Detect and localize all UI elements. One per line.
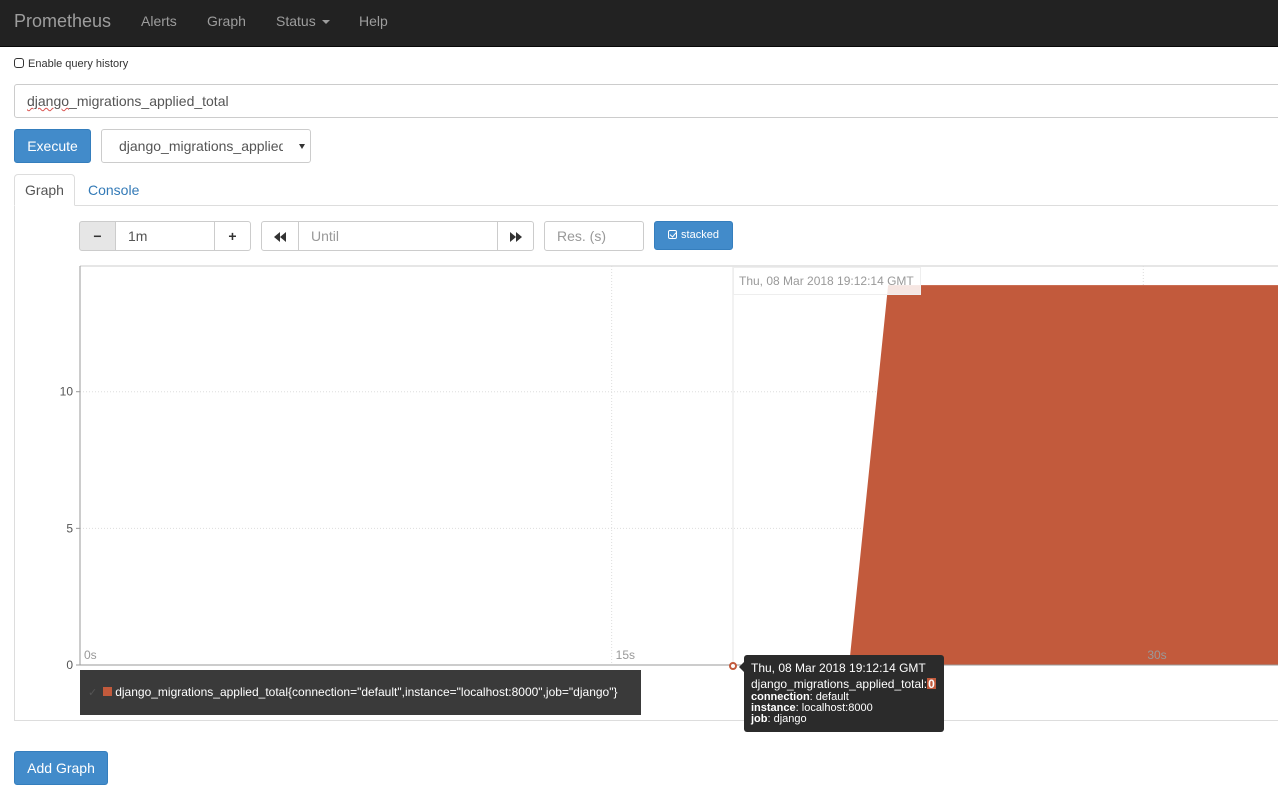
y-tick-label: 5 (66, 521, 73, 535)
tooltip-date: Thu, 08 Mar 2018 19:12:14 GMT (751, 661, 926, 675)
y-tick-label: 0 (66, 658, 73, 672)
x-tick-label: 0s (84, 648, 97, 662)
tooltip-value: 0 (928, 677, 935, 691)
legend-series-label: django_migrations_applied_total{connecti… (115, 685, 618, 699)
graph-legend[interactable]: ✓ django_migrations_applied_total{connect… (80, 670, 641, 715)
add-graph-button[interactable]: Add Graph (14, 751, 108, 785)
tooltip-label-value: : django (767, 713, 807, 725)
tooltip-label-key: job (751, 713, 768, 725)
hover-point (729, 662, 737, 670)
legend-swatch (103, 687, 113, 696)
hover-date-label: Thu, 08 Mar 2018 19:12:14 GMT (733, 267, 921, 295)
x-tick-label: 30s (1147, 648, 1166, 662)
series-area (80, 285, 1278, 665)
tooltip-label-value: : localhost:8000 (795, 702, 873, 714)
x-tick-label: 15s (616, 648, 635, 662)
y-tick-label: 10 (60, 385, 74, 399)
hover-tooltip: Thu, 08 Mar 2018 19:12:14 GMT django_mig… (744, 655, 944, 732)
tooltip-metric: django_migrations_applied_total: (751, 677, 928, 691)
chart-series (80, 285, 1278, 665)
legend-check-icon[interactable]: ✓ (88, 687, 97, 699)
